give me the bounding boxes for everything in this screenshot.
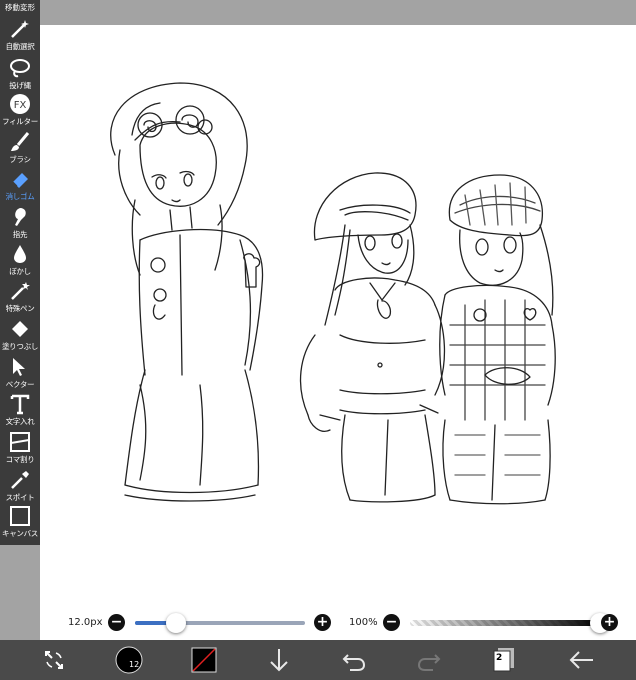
sketch-figure-middle [299,172,446,503]
brush-size-button[interactable]: 12 [115,646,143,674]
magic-wand-icon [11,20,29,38]
undo-icon [342,654,366,671]
canvas-icon [10,506,30,526]
transform-button[interactable] [40,646,68,674]
tool-label: ブラシ [9,155,31,164]
eraser-icon [12,173,28,188]
tool-blur[interactable]: ぼかし [0,240,40,280]
download-arrow-icon [270,649,288,672]
tool-palette: 移動変形 自動選択 投げ縄 FX フィルター ブラシ 消しゴム 指先 ぼかし 特… [0,0,40,545]
vector-cursor-icon [13,358,25,376]
opacity-slider[interactable] [410,620,600,626]
brush-size-slider[interactable] [135,621,305,625]
tool-label: 特殊ペン [5,304,35,313]
undo-button[interactable] [340,646,368,674]
back-button[interactable] [567,646,595,674]
tool-auto-select[interactable]: 自動選択 [0,15,40,55]
sketch-figure-right [439,174,556,505]
sketch-artwork [110,82,556,505]
color-button[interactable] [190,646,218,674]
fill-bucket-icon [12,321,28,337]
svg-text:FX: FX [14,100,27,111]
tool-label: キャンバス [2,529,38,538]
tool-label: 消しゴム [5,192,35,201]
tool-brush[interactable]: ブラシ [0,128,40,168]
tool-label: 指先 [12,230,28,239]
tool-label: コマ割り [5,455,35,464]
back-arrow-icon [569,651,593,669]
brush-size-decrease-button[interactable]: − [108,614,125,631]
opacity-decrease-button[interactable]: − [383,614,400,631]
tool-finger[interactable]: 指先 [0,203,40,243]
lasso-icon [10,59,30,78]
redo-button[interactable] [415,646,443,674]
tool-label: ぼかし [9,267,31,276]
layers-button[interactable]: 2 [490,646,518,674]
color-swatch-icon [191,647,217,673]
opacity-increase-button[interactable]: + [601,614,618,631]
bottom-toolbar: 12 2 [0,640,636,680]
opacity-value: 100% [349,617,378,628]
eyedropper-icon [11,471,29,489]
tool-label: フィルター [2,117,38,126]
tool-frame-divide[interactable]: コマ割り [0,428,40,468]
tool-eyedropper[interactable]: スポイト [0,466,40,506]
brush-size-value: 12.0px [68,617,103,628]
tool-label: 文字入れ [5,417,35,426]
frame-divide-icon [10,432,30,452]
text-icon [10,394,30,415]
tool-text[interactable]: 文字入れ [0,390,40,430]
tool-label: 塗りつぶし [1,342,39,351]
sketch-figure-left [110,82,264,502]
tool-move-transform[interactable]: 移動変形 [0,2,40,13]
drawing-canvas[interactable] [40,25,636,607]
canvas-area[interactable] [0,0,636,640]
tool-label: 自動選択 [5,42,35,51]
finger-icon [15,208,26,226]
blur-drop-icon [14,245,26,263]
tool-lasso[interactable]: 投げ縄 [0,54,40,94]
brush-size-slider-thumb[interactable] [165,613,186,633]
layer-count: 2 [496,653,503,663]
brush-size-readout: 12 [129,660,140,669]
redo-icon [417,654,441,671]
tool-eraser[interactable]: 消しゴム [0,165,40,205]
tool-canvas[interactable]: キャンバス [0,502,40,542]
tool-fill[interactable]: 塗りつぶし [0,315,40,355]
tool-label: ベクター [5,380,35,389]
brush-size-increase-button[interactable]: + [314,614,331,631]
fx-filter-icon: FX [10,94,30,114]
special-pen-icon [11,282,30,300]
brush-icon [11,132,30,151]
transform-arrows-icon [45,651,63,669]
tool-special-pen[interactable]: 特殊ペン [0,277,40,317]
brush-settings-bar: 12.0px − + 100% − + [40,607,636,640]
save-button[interactable] [265,646,293,674]
layers-icon [493,648,514,672]
tool-vector[interactable]: ベクター [0,353,40,393]
tool-filter[interactable]: FX フィルター [0,90,40,130]
